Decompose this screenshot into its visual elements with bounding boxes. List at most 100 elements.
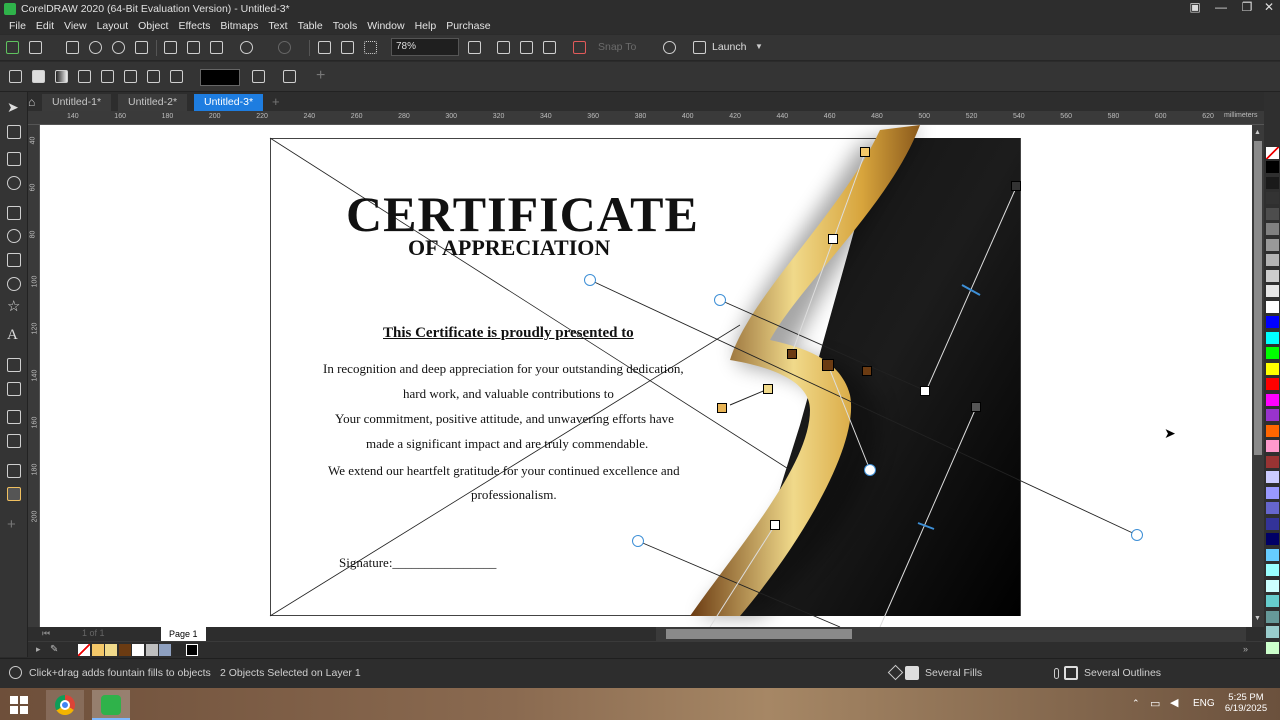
options-gear-icon[interactable] (663, 41, 676, 54)
palette-color-swatch[interactable] (1266, 641, 1279, 654)
menu-edit[interactable]: Edit (36, 20, 54, 32)
fill-node-handle[interactable] (770, 520, 780, 530)
horizontal-ruler[interactable]: 140 160 180 200 220 240 260 280 300 320 340 360 380 4… (28, 111, 1264, 125)
eyedropper-tool-icon[interactable] (7, 464, 21, 478)
document-color-swatch[interactable] (145, 644, 158, 656)
body-line-1[interactable]: In recognition and deep appreciation for… (323, 361, 684, 377)
two-color-pattern-fill-icon[interactable] (124, 70, 137, 83)
palette-color-swatch[interactable] (1266, 176, 1279, 189)
document-color-swatch[interactable] (132, 644, 144, 656)
connector-tool-icon[interactable] (7, 382, 21, 396)
vector-end-handle[interactable] (1131, 529, 1143, 541)
menu-purchase[interactable]: Purchase (446, 20, 490, 32)
vector-start-handle[interactable] (714, 294, 726, 306)
palette-color-swatch[interactable] (1266, 502, 1279, 514)
document-color-swatch[interactable] (91, 644, 104, 656)
bitmap-pattern-fill-icon[interactable] (101, 70, 114, 83)
outline-indicator-icon[interactable] (1054, 666, 1084, 680)
postscript-fill-icon[interactable] (170, 70, 183, 83)
tray-chevron-up-icon[interactable]: ⌃ (1132, 698, 1140, 709)
transparency-tool-icon[interactable] (7, 434, 21, 448)
palette-color-swatch[interactable] (1266, 254, 1279, 266)
menu-file[interactable]: File (9, 20, 26, 32)
palette-color-swatch[interactable] (1266, 455, 1279, 468)
cut-icon[interactable] (164, 41, 177, 54)
fill-color-picker[interactable] (200, 69, 240, 86)
palette-color-swatch[interactable] (1266, 347, 1279, 359)
add-plus-icon[interactable]: + (316, 67, 325, 85)
palette-color-swatch[interactable] (1266, 393, 1279, 406)
artistic-media-tool-icon[interactable] (7, 229, 21, 243)
palette-color-swatch[interactable] (1266, 238, 1279, 251)
palette-color-swatch[interactable] (1266, 471, 1279, 483)
close-button[interactable]: ✕ (1256, 0, 1280, 17)
palette-expand-icon[interactable]: ▸ (36, 644, 41, 655)
volume-icon[interactable]: ◀ (1170, 696, 1178, 709)
palette-color-swatch[interactable] (1266, 517, 1279, 530)
paste-icon[interactable] (210, 41, 223, 54)
palette-color-swatch[interactable] (1266, 409, 1279, 421)
signature-line[interactable]: Signature:________________ (339, 555, 496, 571)
tab-untitled-3[interactable]: Untitled-3* (194, 94, 264, 111)
pick-tool-arrow-icon[interactable]: ➤ (7, 100, 21, 114)
tab-untitled-2[interactable]: Untitled-2* (118, 94, 188, 111)
vertical-ruler[interactable]: 40 60 80 100 120 140 160 180 200 (28, 125, 40, 627)
fill-node-handle[interactable] (763, 384, 773, 394)
parallel-dimension-tool-icon[interactable] (7, 358, 21, 372)
show-guidelines-icon[interactable] (543, 41, 556, 54)
ellipse-tool-icon[interactable] (7, 277, 21, 291)
snap-to-button[interactable]: Snap To (598, 41, 636, 53)
chrome-taskbar-button[interactable] (46, 690, 84, 720)
fill-node-handle[interactable] (860, 147, 870, 157)
palette-color-swatch[interactable] (1266, 331, 1279, 344)
fountain-fill-icon[interactable] (55, 70, 68, 83)
palette-color-swatch[interactable] (1266, 362, 1279, 375)
palette-color-swatch[interactable] (1266, 300, 1279, 313)
texture-fill-icon[interactable] (147, 70, 160, 83)
full-screen-preview-icon[interactable] (468, 41, 481, 54)
horizontal-scrollbar[interactable] (656, 627, 1246, 641)
edit-fill-icon[interactable] (283, 70, 296, 83)
windows-start-icon[interactable] (10, 696, 28, 714)
open-folder-icon[interactable] (29, 41, 42, 54)
palette-color-swatch[interactable] (1266, 626, 1279, 638)
palette-color-swatch[interactable] (1266, 610, 1279, 623)
welcome-home-icon[interactable]: ⌂ (28, 95, 42, 109)
palette-eyedropper-icon[interactable]: ✎ (50, 644, 58, 655)
add-tool-plus-icon[interactable]: + (7, 517, 21, 532)
rectangle-tool-icon[interactable] (7, 253, 21, 267)
fill-indicator-icon[interactable] (887, 664, 920, 681)
palette-scroll-right-icon[interactable]: » (1243, 644, 1248, 654)
launch-chevron-down-icon[interactable]: ▼ (755, 42, 763, 51)
page-1-tab[interactable]: Page 1 (161, 627, 206, 641)
palette-color-swatch[interactable] (1266, 533, 1279, 545)
menu-view[interactable]: View (64, 20, 87, 32)
clock[interactable]: 5:25 PM 6/19/2025 (1224, 692, 1268, 714)
fill-node-handle[interactable] (971, 402, 981, 412)
zoom-level-select[interactable]: 78% (391, 38, 459, 56)
fill-node-handle[interactable] (822, 359, 834, 371)
menu-window[interactable]: Window (367, 20, 404, 32)
export-icon[interactable] (341, 41, 354, 54)
polygon-star-tool-icon[interactable]: ☆ (7, 299, 21, 314)
fill-node-handle[interactable] (717, 403, 727, 413)
shape-tool-icon[interactable] (7, 125, 21, 139)
copy-icon[interactable] (187, 41, 200, 54)
scroll-down-arrow-icon[interactable]: ▼ (1254, 615, 1261, 622)
vertical-scroll-thumb[interactable] (1254, 141, 1262, 455)
dynamic-guides-icon[interactable] (573, 41, 586, 54)
vector-pattern-fill-icon[interactable] (78, 70, 91, 83)
certificate-subtitle[interactable]: OF APPRECIATION (408, 235, 610, 261)
body-line-2[interactable]: hard work, and valuable contributions to (403, 386, 614, 402)
palette-color-swatch[interactable] (1266, 564, 1279, 576)
cloud-upload-icon[interactable] (89, 41, 102, 54)
fill-node-handle[interactable] (828, 234, 838, 244)
copy-fill-icon[interactable] (252, 70, 265, 83)
vector-start-handle[interactable] (632, 535, 644, 547)
palette-color-swatch[interactable] (1266, 378, 1279, 390)
vector-start-handle[interactable] (584, 274, 596, 286)
status-gear-icon[interactable] (9, 666, 22, 679)
uniform-fill-icon[interactable] (32, 70, 45, 83)
palette-color-swatch[interactable] (1266, 424, 1279, 437)
scroll-up-arrow-icon[interactable]: ▲ (1254, 129, 1261, 136)
